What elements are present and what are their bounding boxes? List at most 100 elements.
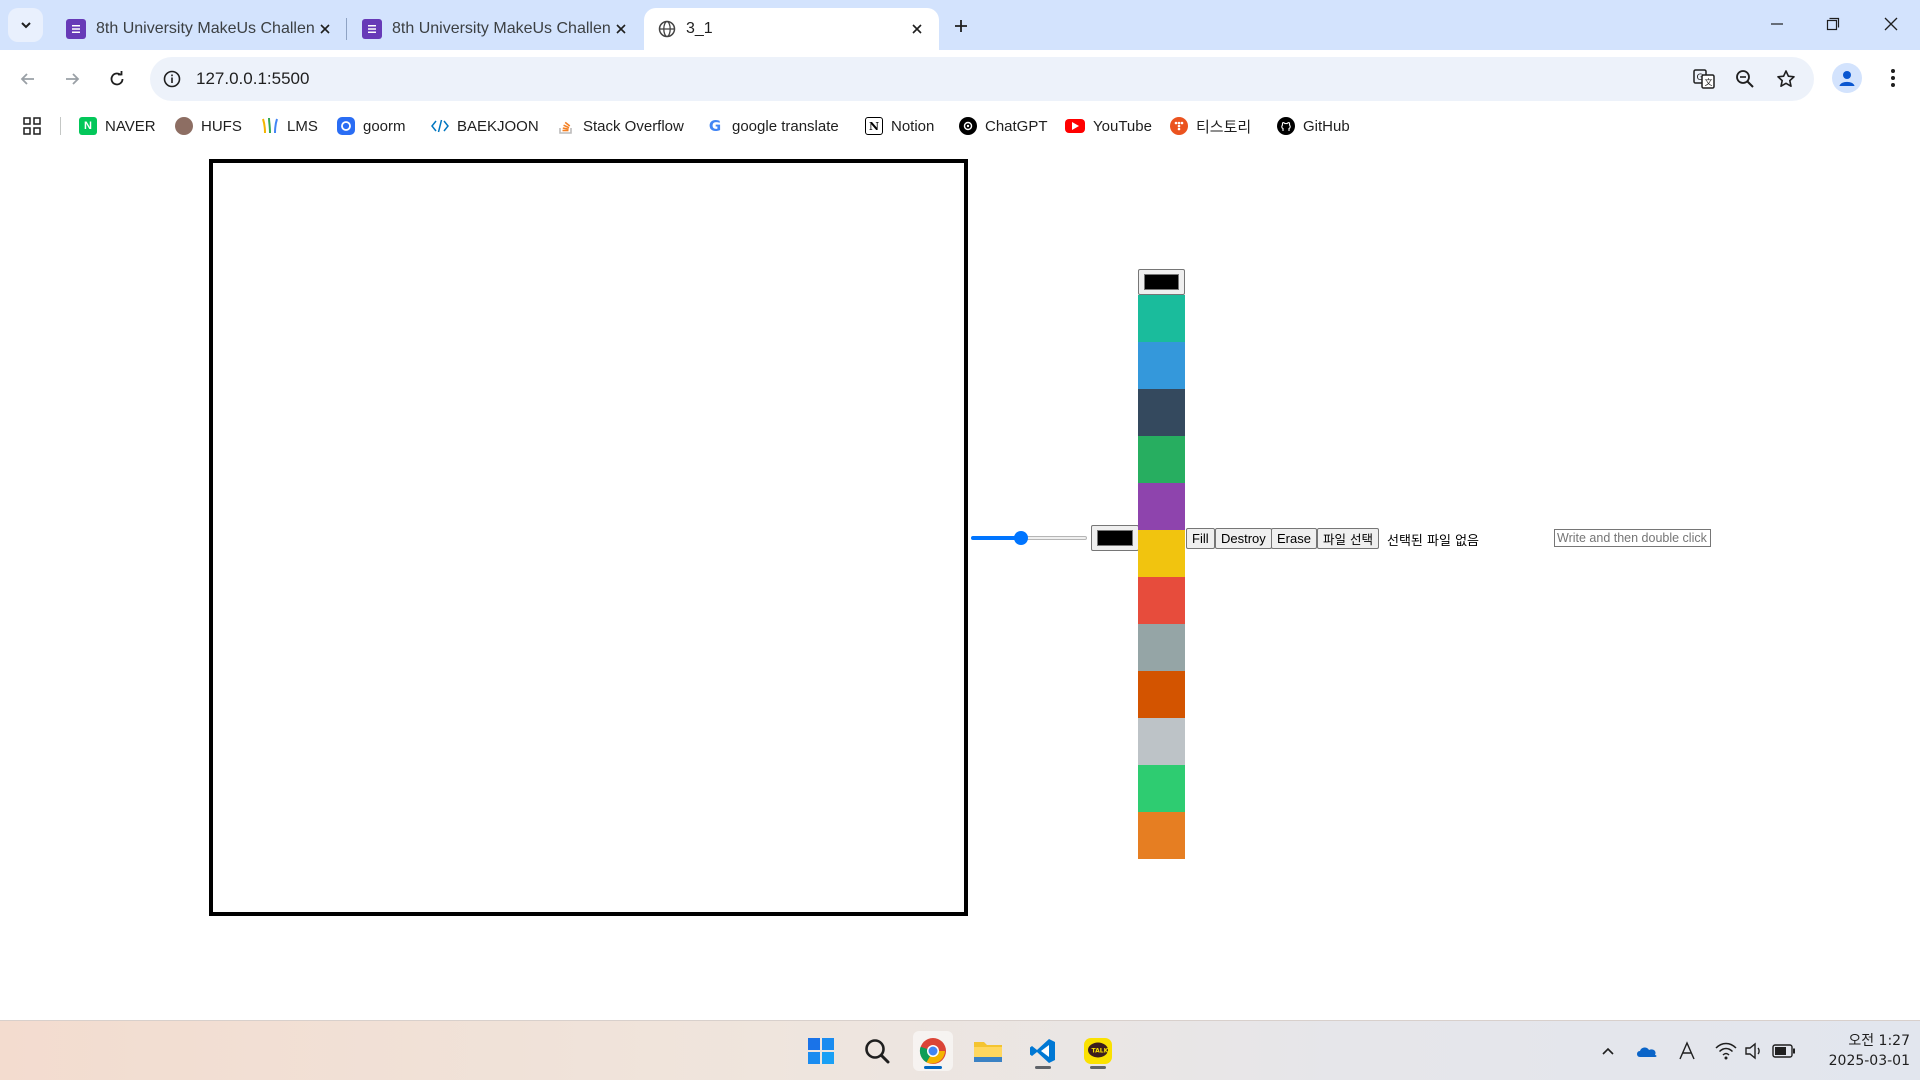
palette-color-option[interactable] [1138,765,1185,812]
bookmark-label: LMS [287,117,318,135]
google-forms-icon [66,19,86,39]
bookmark-label: GitHub [1303,117,1350,135]
palette-color-option[interactable] [1138,671,1185,718]
palette-color-option[interactable] [1138,389,1185,436]
file-explorer-icon[interactable] [968,1031,1008,1071]
arrow-right-icon [66,73,80,85]
running-indicator [1090,1066,1106,1069]
lms-icon [261,117,279,135]
palette-color-option[interactable] [1138,530,1185,577]
palette-current-color[interactable] [1138,269,1185,295]
bookmark-label: Notion [891,117,935,135]
close-icon[interactable] [611,19,631,39]
system-clock[interactable]: 오전 1:27 2025-03-01 [1810,1031,1910,1071]
browser-toolbar: 127.0.0.1:5500 G文 [0,50,1920,108]
svg-text:文: 文 [1705,77,1713,87]
bookmark-lms[interactable]: LMS [261,114,318,138]
reload-button[interactable] [99,61,135,97]
bookmark-google-translate[interactable]: G google translate [706,114,839,138]
tab-search-button[interactable] [8,8,43,42]
more-vert-icon [1891,69,1895,87]
site-info-icon[interactable] [160,67,184,91]
profile-avatar[interactable] [1832,63,1862,93]
google-forms-icon [362,19,382,39]
color-picker-input[interactable] [1091,525,1139,551]
file-status-text: 선택된 파일 없음 [1387,534,1479,549]
naver-icon: N [79,117,97,135]
bookmark-chatgpt[interactable]: ChatGPT [959,114,1048,138]
palette-color-option[interactable] [1138,436,1185,483]
back-button[interactable] [10,61,46,97]
tab-title: 8th University MakeUs Challen [96,20,315,37]
bookmark-naver[interactable]: N NAVER [79,114,156,138]
chevron-down-icon [20,22,31,29]
bookmark-label: Stack Overflow [583,117,684,135]
palette-color-option[interactable] [1138,624,1185,671]
bookmark-label: ChatGPT [985,117,1048,135]
erase-button[interactable]: Erase [1271,528,1317,549]
bookmarks-bar: N NAVER HUFS LMS goorm BAEKJOON Stack Ov… [0,108,1920,144]
slider-thumb[interactable] [1013,531,1028,545]
reload-icon [110,71,124,86]
line-width-slider[interactable] [969,530,1089,546]
fill-button[interactable]: Fill [1186,528,1215,549]
palette-color-option[interactable] [1138,295,1185,342]
destroy-button[interactable]: Destroy [1215,528,1272,549]
tab-3-1[interactable]: 3_1 [644,8,939,50]
bookmark-goorm[interactable]: goorm [337,114,406,138]
palette-options [1138,295,1185,859]
palette-color-option[interactable] [1138,812,1185,859]
palette-color-option[interactable] [1138,577,1185,624]
minimize-button[interactable] [1754,6,1800,42]
bookmark-youtube[interactable]: YouTube [1065,114,1152,138]
wifi-icon[interactable] [1714,1039,1738,1063]
stackoverflow-icon [557,117,575,135]
hufs-icon [175,117,193,135]
input-method-icon[interactable] [1675,1039,1699,1063]
onedrive-icon[interactable] [1635,1039,1659,1063]
restore-button[interactable] [1810,6,1856,42]
new-tab-button[interactable] [945,12,977,40]
tab-makeus-1[interactable]: 8th University MakeUs Challen [52,8,347,50]
windows-start-icon[interactable] [801,1031,841,1071]
drawing-canvas[interactable] [209,159,968,916]
file-choose-button[interactable]: 파일 선택 [1317,528,1379,549]
bookmark-label: 티스토리 [1196,118,1252,136]
text-input[interactable] [1554,529,1711,547]
forward-button[interactable] [54,61,90,97]
chevron-up-icon[interactable] [1596,1039,1620,1063]
chrome-icon[interactable] [913,1031,953,1071]
search-icon[interactable] [857,1031,897,1071]
palette-color-option[interactable] [1138,483,1185,530]
translate-icon[interactable]: G文 [1692,67,1716,91]
browser-menu-button[interactable] [1878,63,1908,93]
baekjoon-icon [431,117,449,135]
zoom-icon[interactable] [1733,67,1757,91]
tab-makeus-2[interactable]: 8th University MakeUs Challen [348,8,643,50]
apps-grid-icon[interactable] [20,115,44,137]
window-close-button[interactable] [1868,6,1914,42]
volume-icon[interactable] [1742,1039,1766,1063]
bookmark-hufs[interactable]: HUFS [175,114,242,138]
bookmark-tistory[interactable]: 티스토리 [1170,114,1251,138]
vscode-icon[interactable] [1023,1031,1063,1071]
kakaotalk-icon[interactable]: TALK [1078,1031,1118,1071]
bookmark-github[interactable]: GitHub [1277,114,1350,138]
bookmark-stack-overflow[interactable]: Stack Overflow [557,114,684,138]
palette-color-option[interactable] [1138,342,1185,389]
close-icon[interactable] [315,19,335,39]
bookmark-label: HUFS [201,117,242,135]
address-bar[interactable]: 127.0.0.1:5500 G文 [150,57,1814,101]
bookmark-notion[interactable]: N Notion [865,114,934,138]
bookmark-star-icon[interactable] [1774,67,1798,91]
close-icon[interactable] [907,19,927,39]
plus-icon [955,20,967,32]
tab-separator [346,18,347,40]
windows-taskbar: TALK 오전 1:27 2025-03-01 [0,1020,1920,1080]
bookmark-baekjoon[interactable]: BAEKJOON [431,114,539,138]
color-swatch [1144,274,1179,290]
arrow-left-icon [20,73,34,85]
battery-icon[interactable] [1772,1039,1796,1063]
tab-title: 3_1 [686,20,713,37]
palette-color-option[interactable] [1138,718,1185,765]
